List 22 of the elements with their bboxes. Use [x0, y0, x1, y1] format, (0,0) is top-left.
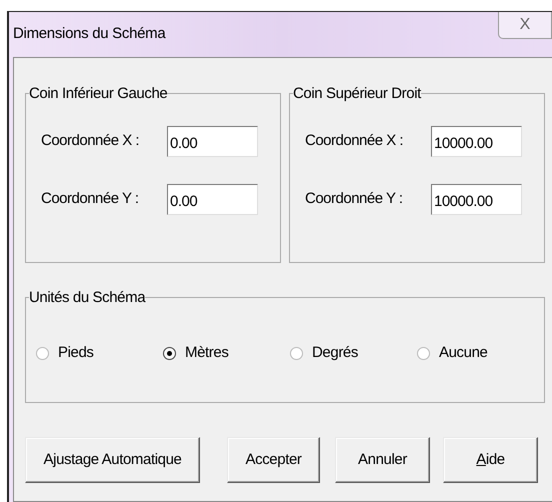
input-field[interactable]: 0.00 [167, 126, 258, 157]
window-title: Dimensions du Schéma [13, 24, 166, 44]
dialog-button[interactable]: Ajustage Automatique [25, 437, 200, 483]
dialog-button[interactable]: Accepter [227, 437, 320, 483]
radio-option[interactable]: Pieds [36, 342, 163, 364]
field-label: Coordonnée Y : [41, 189, 140, 210]
input-field[interactable]: 10000.00 [431, 126, 522, 157]
dialog-button[interactable]: Annuler [335, 437, 430, 483]
input-field[interactable]: 0.00 [167, 184, 258, 215]
radio-icon[interactable] [417, 346, 430, 360]
dialog-button[interactable]: Aide [443, 437, 538, 483]
field-label: Coordonnée X : [41, 131, 140, 152]
radio-option[interactable]: Aucune [417, 342, 544, 364]
field-label: Coordonnée X : [305, 131, 404, 152]
input-field[interactable]: 10000.00 [431, 184, 522, 215]
radio-icon[interactable] [290, 346, 303, 360]
radio-option[interactable]: Degrés [290, 342, 417, 364]
close-button[interactable]: X [498, 12, 552, 39]
radio-option[interactable]: Mètres [163, 342, 290, 364]
field-label: Coordonnée Y : [305, 189, 404, 210]
radio-icon[interactable] [36, 346, 49, 360]
radio-icon[interactable] [163, 346, 176, 360]
